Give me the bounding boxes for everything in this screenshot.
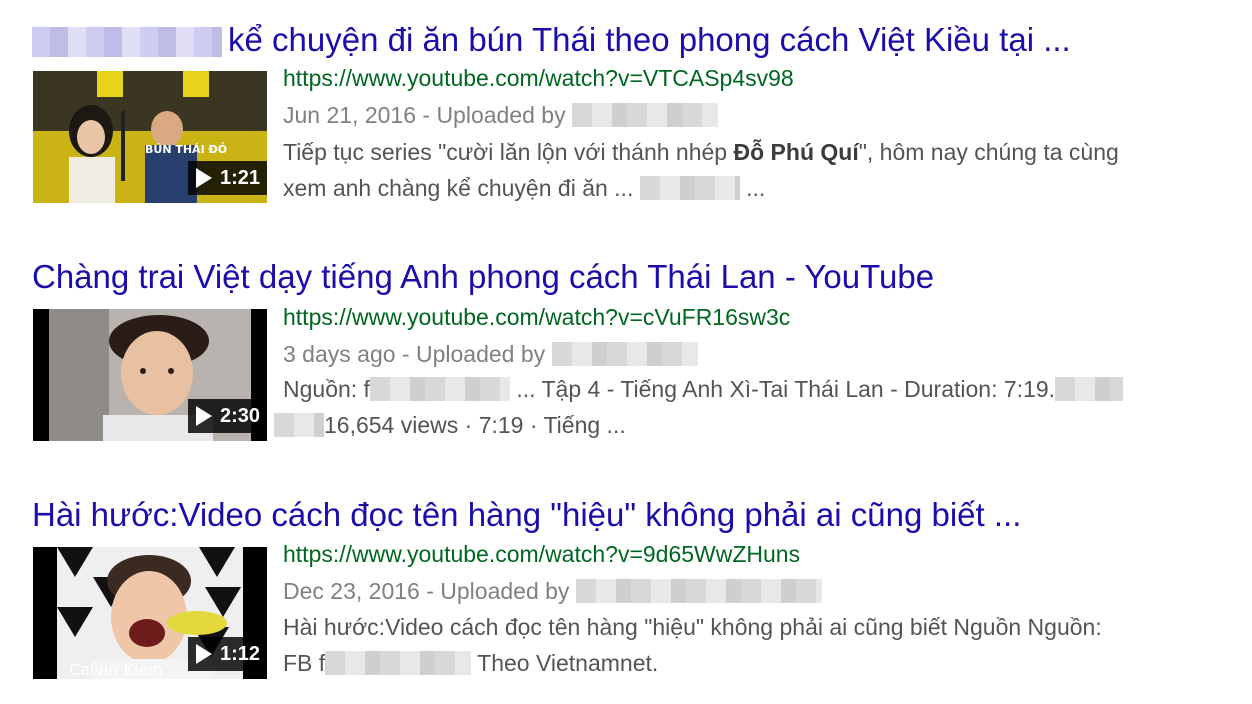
result-date-line: Dec 23, 2016 - Uploaded by bbox=[283, 576, 822, 606]
redacted-text bbox=[1055, 377, 1124, 401]
video-duration-badge: 1:12 bbox=[187, 637, 267, 671]
play-icon bbox=[195, 644, 212, 664]
result-url[interactable]: https://www.youtube.com/watch?v=9d65WwZH… bbox=[283, 539, 800, 569]
redacted-text bbox=[369, 377, 510, 401]
result-title-link[interactable]: kể chuyện đi ăn bún Thái theo phong cách… bbox=[32, 20, 1071, 60]
result-snippet-line-1: Tiếp tục series "cười lăn lộn với thánh … bbox=[283, 139, 1119, 165]
video-thumbnail[interactable]: 2:30 bbox=[33, 309, 267, 441]
result-snippet-line-2: FB f Theo Vietnamnet. bbox=[283, 650, 659, 676]
redacted-text bbox=[639, 176, 740, 200]
play-icon bbox=[195, 168, 212, 188]
redacted-uploader bbox=[551, 342, 698, 366]
redacted-channel-name bbox=[32, 27, 222, 57]
redacted-uploader bbox=[571, 103, 718, 127]
thumbnail-caption: Calvin Klein bbox=[69, 660, 163, 679]
video-duration-badge: 1:21 bbox=[187, 161, 267, 195]
video-thumbnail[interactable]: Calvin Klein 1:12 bbox=[33, 547, 267, 679]
thumbnail-caption: BÚN THÁI ĐỎ bbox=[145, 142, 227, 156]
result-date-line: 3 days ago - Uploaded by bbox=[283, 339, 698, 369]
result-title-link[interactable]: Hài hước:Video cách đọc tên hàng "hiệu" … bbox=[32, 495, 1021, 535]
video-thumbnail[interactable]: BÚN THÁI ĐỎ 1:21 bbox=[33, 71, 267, 203]
result-snippet-line-2: 16,654 views · 7:19 · Tiếng ... bbox=[274, 410, 626, 440]
play-icon bbox=[195, 406, 212, 426]
result-date-line: Jun 21, 2016 - Uploaded by bbox=[283, 100, 718, 130]
redacted-text bbox=[274, 413, 324, 437]
result-url[interactable]: https://www.youtube.com/watch?v=cVuFR16s… bbox=[283, 302, 790, 332]
redacted-text bbox=[325, 651, 472, 675]
duration-text: 1:12 bbox=[219, 643, 260, 665]
duration-text: 1:21 bbox=[219, 167, 260, 189]
result-url[interactable]: https://www.youtube.com/watch?v=VTCASp4s… bbox=[283, 63, 794, 93]
result-title-link[interactable]: Chàng trai Việt dạy tiếng Anh phong cách… bbox=[32, 257, 934, 297]
result-snippet-line-1: Nguồn: f ... Tập 4 - Tiếng Anh Xì-Tai Th… bbox=[283, 374, 1124, 404]
result-snippet-line-1: Hài hước:Video cách đọc tên hàng "hiệu" … bbox=[283, 614, 1102, 640]
video-duration-badge: 2:30 bbox=[187, 399, 267, 433]
redacted-uploader bbox=[575, 579, 822, 603]
result-snippet-line-2: xem anh chàng kể chuyện đi ăn ... ... bbox=[283, 175, 766, 201]
duration-text: 2:30 bbox=[219, 405, 260, 427]
